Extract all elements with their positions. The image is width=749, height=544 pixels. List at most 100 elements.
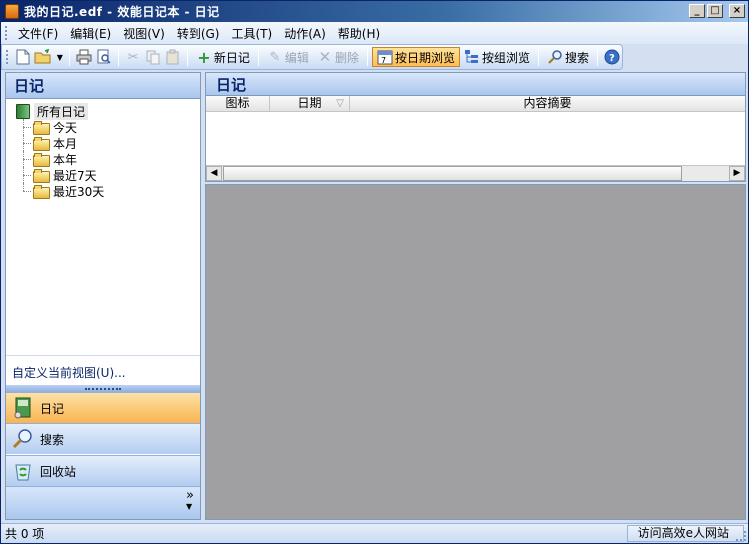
print-icon[interactable] xyxy=(76,48,92,66)
tree-item-last-30-days[interactable]: 最近30天 xyxy=(16,183,200,199)
new-diary-button[interactable]: + 新日记 xyxy=(192,47,254,67)
toolbar: ▼ ✂ + 新日记 ✎ 编辑 ✕ 删除 7 按日期浏览 按组浏览 搜索 ? xyxy=(1,44,623,70)
minimize-button[interactable]: _ xyxy=(689,4,705,18)
title-bar[interactable]: 我的日记.edf - 效能日记本 - 日记 _ □ × xyxy=(1,1,748,22)
nav-button-search[interactable]: 搜索 xyxy=(6,423,200,454)
nav-more-label: » xyxy=(186,488,194,503)
delete-button[interactable]: ✕ 删除 xyxy=(313,47,363,67)
toolbar-grip[interactable] xyxy=(6,50,9,64)
browse-by-group-label: 按组浏览 xyxy=(481,50,530,65)
customize-view-link[interactable]: 自定义当前视图(U)... xyxy=(6,355,200,385)
nav-more-chevron-icon[interactable]: » ▼ xyxy=(186,488,194,512)
pencil-icon: ✎ xyxy=(269,49,281,65)
diary-book-icon xyxy=(16,103,30,119)
column-header-icon[interactable]: 图标 xyxy=(206,96,270,111)
tree-item-label: 本年 xyxy=(53,152,78,167)
tree-item-all-diaries[interactable]: 所有日记 xyxy=(16,102,200,120)
content-pane-header: 日记 xyxy=(205,72,746,96)
diary-tree: 所有日记 今天 本月 本年 最近7天 最近30天 xyxy=(6,99,200,199)
tree-item-this-month[interactable]: 本月 xyxy=(16,135,200,151)
nav-button-label: 搜索 xyxy=(40,432,65,447)
help-icon[interactable]: ? xyxy=(604,48,620,66)
toolbar-separator xyxy=(537,48,539,66)
calendar-icon: 7 xyxy=(377,49,393,65)
menu-tools[interactable]: 工具(T) xyxy=(225,25,278,42)
pane-splitter[interactable] xyxy=(6,385,200,392)
scroll-thumb[interactable] xyxy=(223,166,682,181)
maximize-button[interactable]: □ xyxy=(707,4,723,18)
delete-x-icon: ✕ xyxy=(318,48,332,66)
close-button[interactable]: × xyxy=(729,4,745,18)
menu-edit[interactable]: 编辑(E) xyxy=(64,25,117,42)
toolbar-separator xyxy=(597,48,598,66)
edit-button[interactable]: ✎ 编辑 xyxy=(263,47,313,67)
browse-by-group-button[interactable]: 按组浏览 xyxy=(460,47,534,67)
app-icon[interactable] xyxy=(5,4,19,19)
search-button[interactable]: 搜索 xyxy=(543,47,593,67)
sort-descending-icon: ▽ xyxy=(336,98,344,109)
tree-item-label: 最近30天 xyxy=(53,184,105,199)
column-header-date-label: 日期 xyxy=(297,96,322,110)
window-title: 我的日记.edf - 效能日记本 - 日记 xyxy=(24,5,220,19)
copy-icon[interactable] xyxy=(145,48,161,66)
tree-item-label: 所有日记 xyxy=(34,102,89,120)
menu-goto[interactable]: 转到(G) xyxy=(171,25,226,42)
open-folder-icon[interactable] xyxy=(34,48,52,66)
horizontal-scrollbar[interactable]: ◀ ▶ xyxy=(206,165,745,181)
nav-button-recycle-bin[interactable]: 回收站 xyxy=(6,455,200,486)
tree-item-last-7-days[interactable]: 最近7天 xyxy=(16,167,200,183)
edit-label: 编辑 xyxy=(284,50,309,65)
scroll-right-icon[interactable]: ▶ xyxy=(729,166,745,181)
item-count: 共 0 项 xyxy=(5,527,45,541)
browse-by-date-label: 按日期浏览 xyxy=(394,50,455,65)
tree-item-today[interactable]: 今天 xyxy=(16,119,200,135)
nav-overflow-bar: » ▼ xyxy=(6,486,200,519)
column-header-summary[interactable]: 内容摘要 xyxy=(350,96,745,111)
resize-grip[interactable] xyxy=(736,531,746,541)
tree-item-label: 今天 xyxy=(53,120,78,135)
menu-help[interactable]: 帮助(H) xyxy=(332,25,386,42)
browse-by-date-button[interactable]: 7 按日期浏览 xyxy=(371,47,460,67)
menu-view[interactable]: 视图(V) xyxy=(117,25,171,42)
svg-text:?: ? xyxy=(609,53,615,64)
new-file-icon[interactable] xyxy=(15,48,31,66)
app-window: 我的日记.edf - 效能日记本 - 日记 _ □ × 文件(F) 编辑(E) … xyxy=(0,0,749,544)
magnifier-icon xyxy=(12,428,34,450)
tree-item-label: 本月 xyxy=(53,136,78,151)
folder-icon xyxy=(33,185,50,199)
nav-button-label: 日记 xyxy=(40,401,65,416)
scroll-left-icon[interactable]: ◀ xyxy=(206,166,222,181)
nav-button-diary[interactable]: 日记 xyxy=(6,392,200,423)
menu-file[interactable]: 文件(F) xyxy=(12,25,64,42)
diary-list[interactable]: 图标 日期 ▽ 内容摘要 ◀ ▶ xyxy=(205,96,746,182)
svg-text:7: 7 xyxy=(381,56,386,65)
column-header-date[interactable]: 日期 ▽ xyxy=(270,96,350,111)
plus-icon: + xyxy=(197,47,211,67)
toolbar-separator xyxy=(69,48,71,66)
list-header: 图标 日期 ▽ 内容摘要 xyxy=(206,96,745,112)
visit-website-link[interactable]: 访问高效e人网站 xyxy=(626,525,744,542)
tree-item-this-year[interactable]: 本年 xyxy=(16,151,200,167)
menu-grip[interactable] xyxy=(5,26,8,40)
menu-bar: 文件(F) 编辑(E) 视图(V) 转到(G) 工具(T) 动作(A) 帮助(H… xyxy=(1,22,748,44)
folder-icon xyxy=(33,169,50,183)
print-preview-icon[interactable] xyxy=(96,48,112,66)
group-tree-icon xyxy=(464,49,480,65)
chevron-down-icon[interactable]: ▼ xyxy=(56,48,63,66)
diary-book-icon xyxy=(12,397,34,419)
navigation-pane: 日记 所有日记 今天 本月 本年 最近7天 最近30天 自定义当前视图(U)..… xyxy=(5,72,201,520)
nav-button-label: 回收站 xyxy=(40,464,77,479)
toolbar-separator xyxy=(118,48,120,66)
content-pane: 日记 图标 日期 ▽ 内容摘要 ◀ ▶ xyxy=(205,72,746,520)
cut-icon[interactable]: ✂ xyxy=(125,48,141,66)
tree-item-label: 最近7天 xyxy=(53,168,97,183)
menu-actions[interactable]: 动作(A) xyxy=(278,25,332,42)
folder-icon xyxy=(33,137,50,151)
recycle-bin-icon xyxy=(12,460,34,482)
toolbar-separator xyxy=(257,48,259,66)
paste-icon[interactable] xyxy=(165,48,181,66)
folder-icon xyxy=(33,153,50,167)
toolbar-separator xyxy=(366,48,368,66)
search-label: 搜索 xyxy=(564,50,589,65)
diary-preview-area xyxy=(205,184,746,520)
